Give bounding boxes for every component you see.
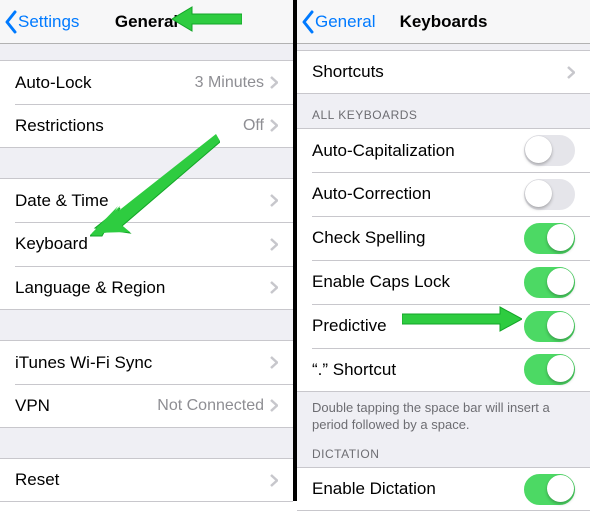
switch-enable-dictation[interactable]: [524, 474, 575, 505]
footer-period-shortcut: Double tapping the space bar will insert…: [297, 392, 590, 441]
cell-auto-lock[interactable]: Auto-Lock 3 Minutes: [0, 60, 293, 104]
chevron-right-icon: [567, 66, 575, 79]
cell-vpn[interactable]: VPN Not Connected: [0, 384, 293, 428]
back-to-settings[interactable]: Settings: [0, 10, 79, 34]
dictation-label: Enable Dictation: [312, 479, 524, 499]
cell-enable-dictation[interactable]: Enable Dictation: [297, 467, 590, 511]
switch-auto-correction[interactable]: [524, 179, 575, 210]
shortcuts-label: Shortcuts: [312, 62, 567, 82]
cell-reset[interactable]: Reset: [0, 458, 293, 502]
chevron-right-icon: [270, 119, 278, 132]
chevron-right-icon: [270, 474, 278, 487]
navbar-general: Settings General: [0, 0, 293, 44]
switch-period-shortcut[interactable]: [524, 354, 575, 385]
restrictions-label: Restrictions: [15, 116, 243, 136]
screen-general: Settings General Auto-Lock 3 Minutes Res…: [0, 0, 293, 501]
switch-auto-capitalization[interactable]: [524, 135, 575, 166]
auto-lock-value: 3 Minutes: [195, 74, 264, 92]
cell-itunes-wifi-sync[interactable]: iTunes Wi-Fi Sync: [0, 340, 293, 384]
language-region-label: Language & Region: [15, 278, 270, 298]
chevron-left-icon: [301, 10, 315, 34]
cell-check-spelling[interactable]: Check Spelling: [297, 216, 590, 260]
keyboard-label: Keyboard: [15, 234, 270, 254]
chevron-right-icon: [270, 76, 278, 89]
auto-cap-label: Auto-Capitalization: [312, 141, 524, 161]
navbar-keyboards: General Keyboards: [297, 0, 590, 44]
restrictions-value: Off: [243, 117, 264, 135]
switch-predictive[interactable]: [524, 311, 575, 342]
cell-shortcuts[interactable]: Shortcuts: [297, 50, 590, 94]
cell-keyboard[interactable]: Keyboard: [0, 222, 293, 266]
header-all-keyboards: ALL KEYBOARDS: [297, 94, 590, 128]
reset-label: Reset: [15, 470, 270, 490]
screen-keyboards: General Keyboards Shortcuts ALL KEYBOARD…: [297, 0, 590, 501]
cell-language-region[interactable]: Language & Region: [0, 266, 293, 310]
chevron-right-icon: [270, 194, 278, 207]
check-spelling-label: Check Spelling: [312, 228, 524, 248]
period-shortcut-label: “.” Shortcut: [312, 360, 524, 380]
predictive-label: Predictive: [312, 316, 524, 336]
back-to-general[interactable]: General: [297, 10, 375, 34]
cell-auto-capitalization[interactable]: Auto-Capitalization: [297, 128, 590, 172]
cell-predictive[interactable]: Predictive: [297, 304, 590, 348]
header-dictation: DICTATION: [297, 441, 590, 467]
cell-restrictions[interactable]: Restrictions Off: [0, 104, 293, 148]
cell-date-time[interactable]: Date & Time: [0, 178, 293, 222]
caps-lock-label: Enable Caps Lock: [312, 272, 524, 292]
auto-lock-label: Auto-Lock: [15, 73, 195, 93]
cell-period-shortcut[interactable]: “.” Shortcut: [297, 348, 590, 392]
switch-caps-lock[interactable]: [524, 267, 575, 298]
back-label: General: [315, 12, 375, 32]
itunes-wifi-label: iTunes Wi-Fi Sync: [15, 353, 270, 373]
chevron-right-icon: [270, 238, 278, 251]
cell-enable-caps-lock[interactable]: Enable Caps Lock: [297, 260, 590, 304]
chevron-right-icon: [270, 281, 278, 294]
cell-auto-correction[interactable]: Auto-Correction: [297, 172, 590, 216]
chevron-right-icon: [270, 399, 278, 412]
chevron-right-icon: [270, 356, 278, 369]
vpn-value: Not Connected: [157, 397, 264, 415]
back-label: Settings: [18, 12, 79, 32]
chevron-left-icon: [4, 10, 18, 34]
auto-corr-label: Auto-Correction: [312, 184, 524, 204]
switch-check-spelling[interactable]: [524, 223, 575, 254]
date-time-label: Date & Time: [15, 191, 270, 211]
vpn-label: VPN: [15, 396, 157, 416]
